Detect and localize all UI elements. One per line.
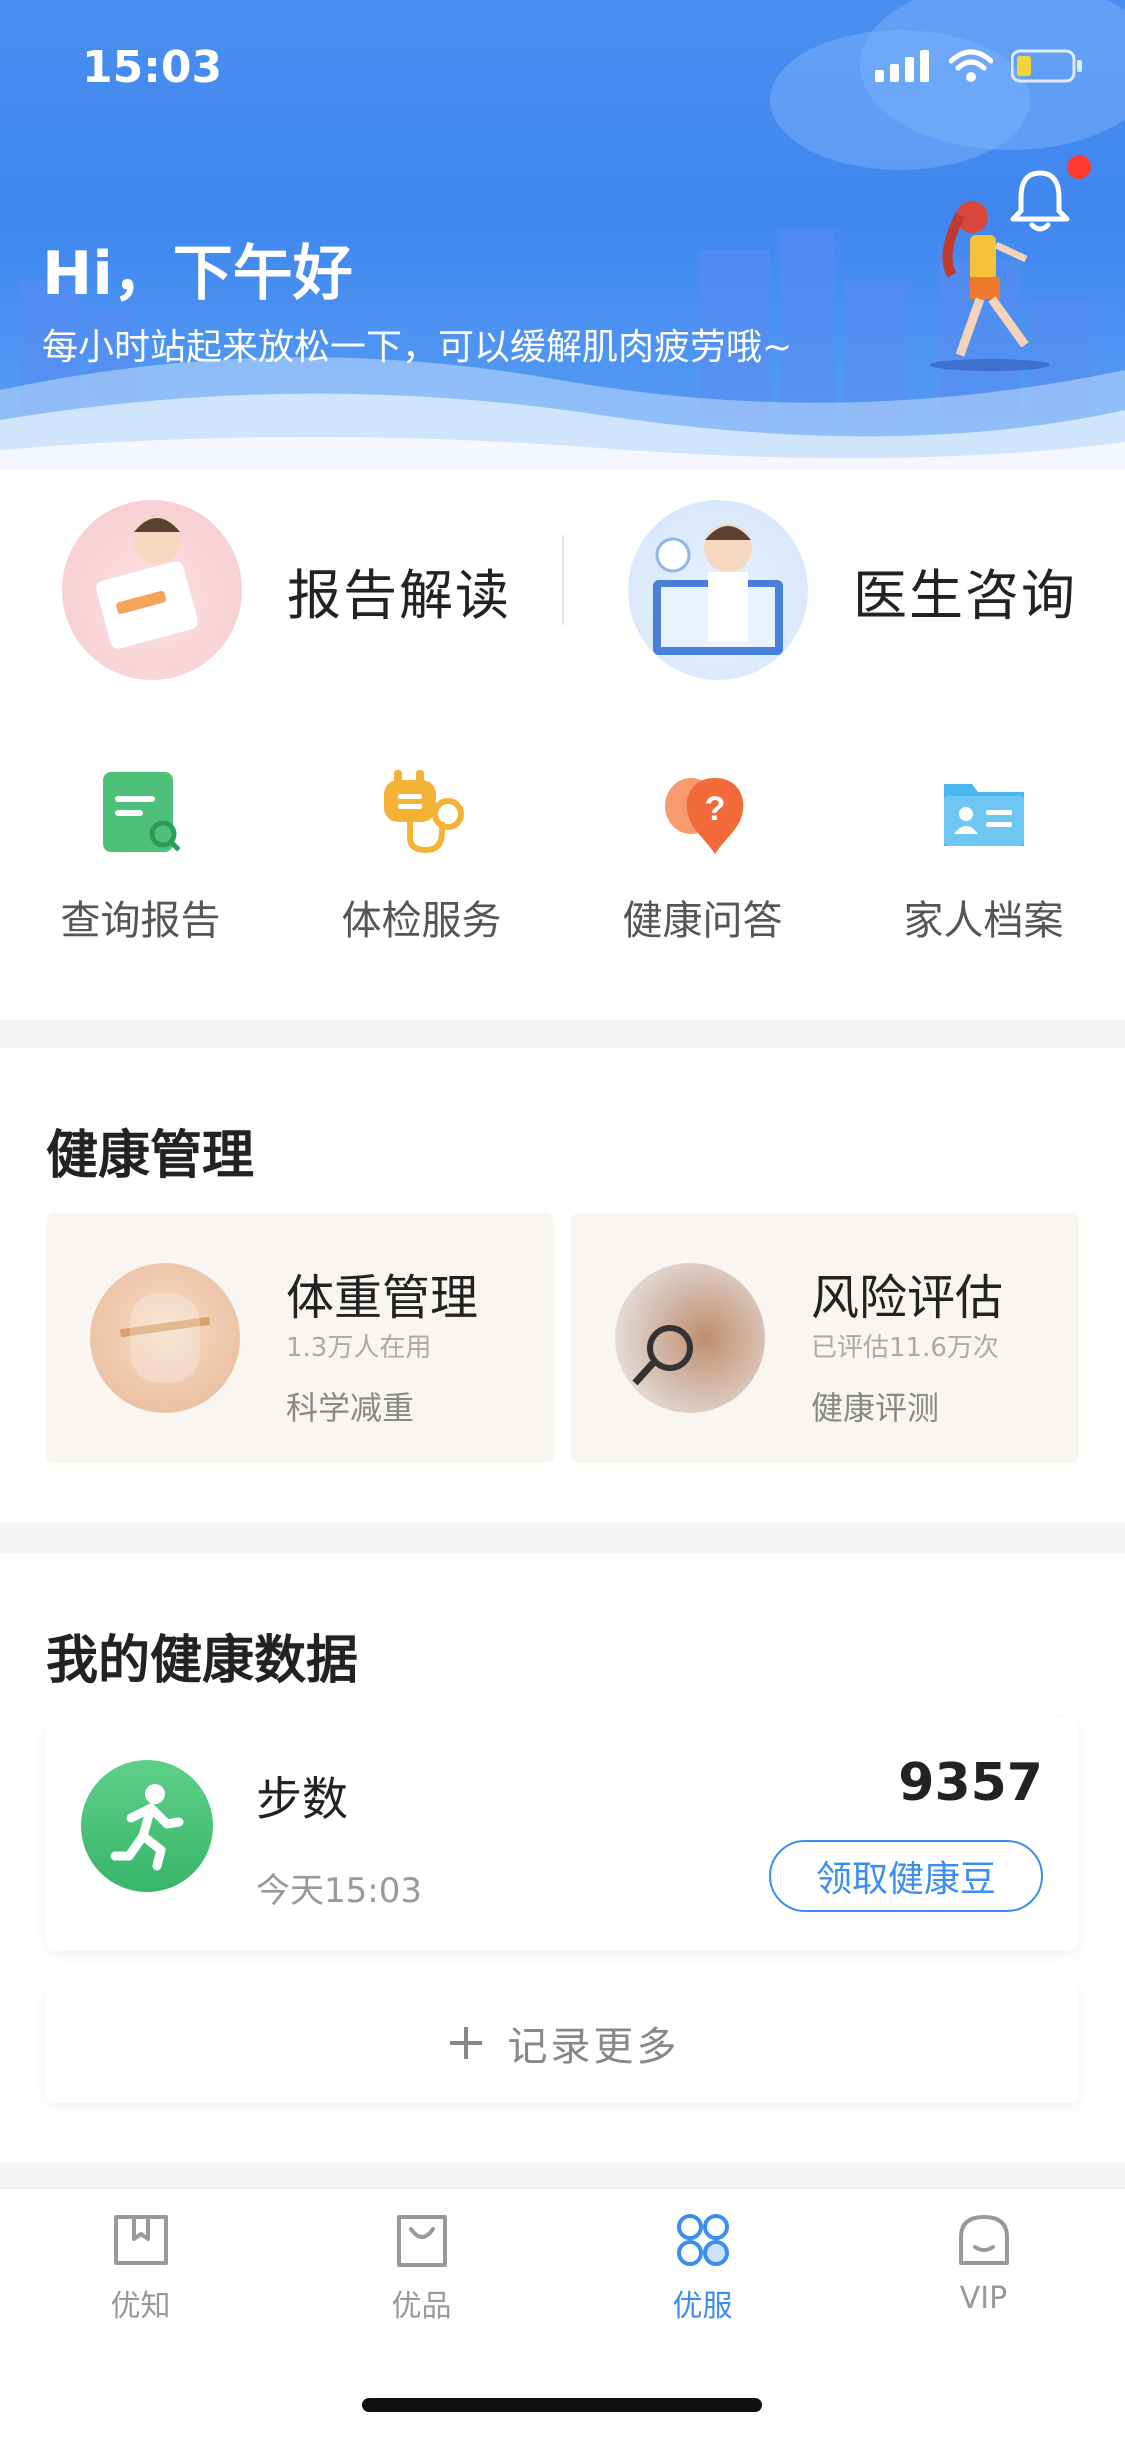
report-search-icon — [102, 772, 183, 855]
steps-time: 今天15:03 — [256, 1871, 422, 1911]
weight-management-title: 体重管理 — [286, 1270, 479, 1326]
risk-assessment-title: 风险评估 — [811, 1270, 1004, 1326]
doctor-consult-entry[interactable]: 医生咨询 — [628, 500, 1077, 680]
report-reading-illustration — [62, 500, 242, 680]
notification-badge — [1067, 155, 1091, 179]
doctor-consult-illustration — [628, 500, 808, 680]
family-folder-icon — [943, 784, 1024, 846]
steps-icon-circle — [81, 1760, 213, 1892]
greeting-subtitle: 每小时站起来放松一下，可以缓解肌肉疲劳哦~ — [42, 327, 793, 368]
steps-label: 步数 — [256, 1772, 348, 1826]
feature-divider — [562, 535, 564, 625]
status-icons — [875, 48, 1083, 84]
quick-action-report-search[interactable]: 查询报告 — [0, 770, 281, 946]
quick-action-health-qa[interactable]: ? 健康问答 — [562, 770, 843, 946]
wifi-icon — [949, 49, 993, 82]
cellular-signal-icon — [875, 50, 929, 82]
tab-label: VIP — [959, 2281, 1008, 2316]
health-data-title: 我的健康数据 — [46, 1631, 359, 1691]
doctor-consult-label: 医生咨询 — [853, 563, 1077, 627]
health-management-section: 健康管理 体重管理 1.3万人在用 科学减重 风险评估 已评估11.6万次 健康… — [0, 1048, 1125, 1523]
running-person-icon — [110, 1784, 184, 1871]
risk-assessment-card[interactable]: 风险评估 已评估11.6万次 健康评测 — [571, 1213, 1079, 1463]
quick-action-label: 查询报告 — [60, 898, 221, 944]
tab-label: 优服 — [672, 2289, 733, 2324]
header-banner: 15:03 Hi，下午好 每小时站起来放松一下，可以缓解肌肉疲劳哦~ — [0, 0, 1125, 470]
record-more-button[interactable]: 记录更多 — [46, 1983, 1079, 2103]
risk-assessment-stat: 已评估11.6万次 — [811, 1333, 999, 1363]
plus-icon — [449, 2027, 482, 2059]
book-icon — [113, 2215, 168, 2265]
quick-action-family-records[interactable]: 家人档案 — [843, 770, 1124, 946]
service-grid-icon — [676, 2214, 729, 2266]
home-indicator — [362, 2398, 762, 2412]
shopping-bag-icon — [396, 2215, 447, 2267]
tab-youzhi[interactable]: 优知 — [0, 2209, 281, 2325]
tab-youfu[interactable]: 优服 — [562, 2209, 843, 2325]
quick-action-label: 健康问答 — [622, 898, 783, 944]
weight-management-image — [90, 1263, 240, 1413]
question-bubble-icon: ? — [664, 778, 743, 854]
stethoscope-icon — [383, 770, 464, 854]
risk-assessment-image — [615, 1263, 765, 1413]
battery-icon — [1011, 49, 1082, 83]
steps-value: 9357 — [898, 1753, 1043, 1813]
vip-icon — [958, 2215, 1009, 2265]
notification-bell-icon[interactable] — [1005, 165, 1075, 235]
quick-action-label: 家人档案 — [903, 898, 1064, 944]
weight-management-subtitle: 科学减重 — [286, 1389, 415, 1427]
feature-section: 报告解读 医生咨询 查询报告 体检服务 ? 健康问答 家人档案 — [0, 470, 1125, 1020]
quick-action-label: 体检服务 — [341, 898, 502, 944]
tab-label: 优知 — [110, 2289, 171, 2324]
claim-health-beans-button[interactable]: 领取健康豆 — [769, 1840, 1043, 1912]
status-time: 15:03 — [82, 42, 223, 93]
tab-vip[interactable]: VIP — [843, 2209, 1124, 2316]
greeting-title: Hi，下午好 — [42, 239, 353, 309]
weight-management-stat: 1.3万人在用 — [286, 1333, 432, 1363]
risk-assessment-subtitle: 健康评测 — [811, 1389, 940, 1427]
steps-card[interactable]: 步数 今天15:03 9357 领取健康豆 — [46, 1718, 1079, 1950]
tab-youpin[interactable]: 优品 — [281, 2209, 562, 2325]
tab-label: 优品 — [391, 2289, 452, 2324]
health-management-title: 健康管理 — [46, 1126, 255, 1186]
quick-action-checkup[interactable]: 体检服务 — [281, 770, 562, 946]
record-more-label: 记录更多 — [507, 2024, 680, 2070]
svg-text:?: ? — [704, 790, 725, 828]
report-reading-label: 报告解读 — [287, 563, 511, 627]
weight-management-card[interactable]: 体重管理 1.3万人在用 科学减重 — [46, 1213, 554, 1463]
health-data-section: 我的健康数据 步数 今天15:03 9357 领取健康豆 记录更多 — [0, 1553, 1125, 2163]
report-reading-entry[interactable]: 报告解读 — [62, 500, 511, 680]
